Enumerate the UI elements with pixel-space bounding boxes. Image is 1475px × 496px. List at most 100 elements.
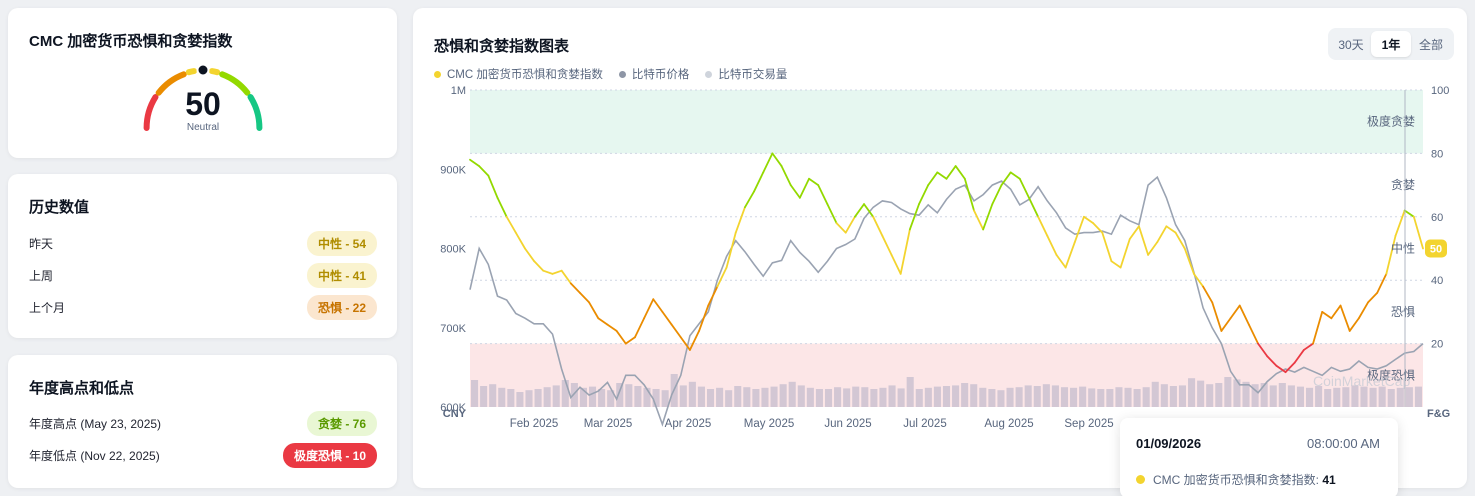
volume-bar [897, 388, 905, 407]
fear-greed-line-segment [734, 206, 746, 234]
fear-greed-line-segment [1220, 317, 1232, 332]
volume-bar [779, 384, 787, 407]
gauge-segment-extreme-greed [247, 94, 263, 131]
y-right-tick-label: 60 [1431, 212, 1443, 224]
volume-bar [824, 389, 833, 407]
fear-greed-line-segment [487, 174, 499, 199]
fear-greed-line-segment [1156, 225, 1168, 244]
fear-greed-line-segment [1202, 285, 1214, 304]
volume-bar [1088, 388, 1096, 407]
fear-greed-line-segment [808, 177, 820, 187]
fear-greed-gauge-card: CMC 加密货币恐惧和贪婪指数 50 Neutral [8, 8, 397, 158]
gauge-segment-extreme-fear [143, 94, 159, 131]
fear-greed-line-segment [1046, 234, 1058, 256]
history-row-label: 昨天 [29, 236, 54, 251]
fear-greed-line-segment [478, 165, 490, 177]
fear-greed-line-segment [1394, 209, 1406, 237]
volume-bar [1206, 384, 1214, 407]
volume-bar [661, 390, 669, 407]
left-axis-unit: CNY [443, 408, 467, 420]
fear-greed-line-segment [652, 298, 664, 313]
fear-greed-line-segment [634, 317, 646, 339]
volume-bar [516, 392, 524, 407]
yearly-row-label: 年度高点 (May 23, 2025) [29, 416, 162, 431]
history-row-badge: 中性 - 41 [306, 262, 377, 288]
fear-greed-line-segment [991, 184, 1003, 206]
y-right-tick-label: 20 [1431, 339, 1443, 351]
volume-bar [952, 385, 960, 407]
volume-bar [1015, 387, 1023, 407]
fear-greed-line-segment [1238, 304, 1250, 326]
volume-bar [543, 387, 551, 407]
volume-bar [1260, 383, 1268, 407]
volume-bar [688, 381, 696, 407]
yearly-row-label: 年度低点 (Nov 22, 2025) [29, 448, 160, 463]
fear-greed-line-segment [817, 184, 829, 206]
chart-tooltip: 01/09/2026 08:00:00 AM CMC 加密货币恐惧和贪婪指数: … [1120, 418, 1398, 496]
volume-bar [1006, 387, 1014, 407]
gauge-segment-neutral-right [209, 68, 221, 76]
fear-greed-line-segment [606, 323, 618, 332]
history-row-badge: 恐惧 - 22 [306, 294, 377, 320]
fear-greed-line-segment [1138, 225, 1149, 256]
volume-bar [679, 385, 687, 407]
yearly-high-row: 年度高点 (May 23, 2025) 贪婪 - 76 [29, 410, 377, 436]
fear-greed-line-segment [1037, 215, 1049, 237]
volume-bar [588, 386, 597, 407]
tooltip-dot-icon [1136, 475, 1145, 484]
fear-greed-line-segment [753, 171, 765, 193]
fear-greed-line-segment [569, 282, 581, 294]
right-axis-unit: F&G [1427, 408, 1450, 420]
volume-bar [843, 388, 851, 407]
x-tick-label: May 2025 [744, 418, 795, 430]
volume-bar [1306, 387, 1314, 407]
volume-bar [1224, 377, 1232, 407]
volume-bar [1215, 383, 1223, 407]
chart-plot: 极度贪婪贪婪中性恐惧极度恐惧100806040201M900K800K700K6… [440, 85, 1450, 430]
volume-bar [507, 389, 515, 407]
volume-bar [570, 383, 578, 407]
volume-bar [797, 385, 805, 407]
volume-bar [1024, 385, 1032, 407]
volume-bar [1197, 380, 1205, 407]
volume-bar [806, 387, 814, 407]
fear-greed-line-segment [1330, 304, 1342, 320]
volume-bar [870, 389, 878, 407]
volume-bar [997, 390, 1005, 407]
fear-greed-line-segment [1073, 215, 1085, 244]
volume-bar [1342, 387, 1350, 407]
zone-label: 中性 [1391, 241, 1415, 256]
volume-bar [1169, 386, 1177, 407]
fear-greed-line-segment [514, 231, 526, 250]
volume-bar [561, 380, 569, 407]
history-row-last-week: 上周 中性 - 41 [29, 262, 377, 288]
fear-greed-line-segment [1348, 317, 1360, 332]
volume-bar [706, 389, 715, 407]
fear-greed-line-segment [1018, 177, 1030, 199]
fear-greed-line-segment [1128, 225, 1140, 240]
fear-greed-line-segment [1083, 215, 1095, 225]
volume-bar [725, 390, 733, 407]
volume-bar [1151, 381, 1159, 407]
volume-bar [834, 387, 842, 407]
fear-greed-line-segment [1357, 301, 1369, 320]
fear-greed-line-segment [1119, 238, 1131, 269]
yearly-row-badge: 贪婪 - 76 [306, 410, 377, 436]
x-tick-label: Feb 2025 [510, 418, 559, 430]
fear-greed-line-segment [542, 269, 554, 275]
volume-bar [1405, 387, 1413, 407]
fear-greed-line-segment [780, 165, 792, 187]
fear-greed-line-segment [1376, 272, 1388, 294]
volume-bar [1106, 389, 1114, 407]
gauge: 50 Neutral [143, 63, 263, 133]
fear-greed-line-segment [936, 171, 948, 180]
fear-greed-line-segment [954, 165, 966, 180]
volume-bar [743, 387, 751, 407]
volume-bar [915, 389, 923, 407]
history-row-label: 上个月 [29, 300, 66, 315]
volume-bar [1124, 387, 1132, 407]
volume-bar [761, 387, 769, 407]
volume-bar [598, 389, 606, 407]
fear-greed-line-segment [624, 336, 636, 345]
x-tick-label: Jul 2025 [903, 418, 946, 430]
